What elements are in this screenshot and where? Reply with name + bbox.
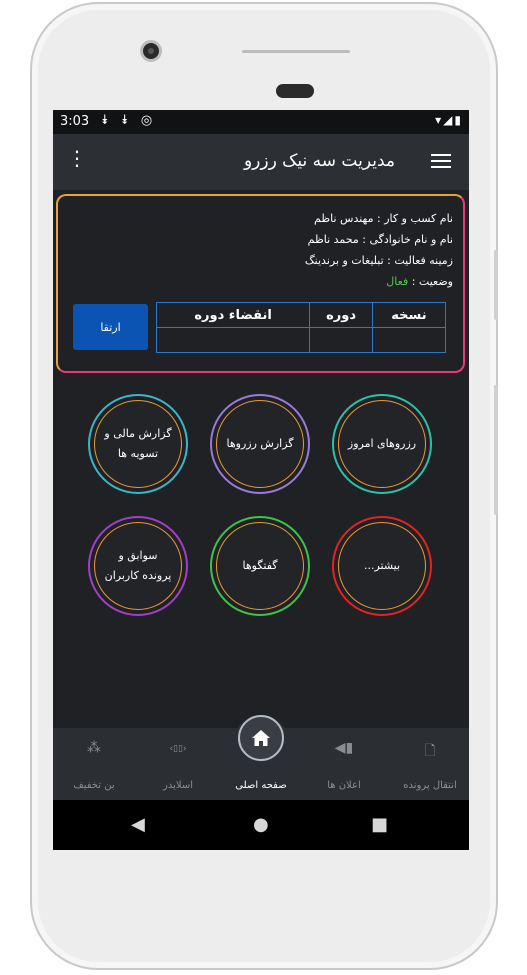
table-header-version: نسخه [371, 302, 447, 328]
nav-label: اعلان ها [327, 780, 361, 791]
table-cell-period [309, 327, 373, 353]
profile-card: نام کسب و کار : مهندس ناظم نام و نام خان… [56, 194, 465, 373]
app-title: مدیریت سه نیک رزرو [243, 151, 395, 171]
system-status-icons: ▾◢▮ [435, 113, 463, 127]
status-label: وضعیت : [408, 275, 453, 288]
megaphone-icon: ◀▮ [334, 740, 354, 756]
front-camera [140, 40, 162, 62]
system-nav-bar: ◀ ● ■ [53, 800, 469, 850]
tile-today-reservations[interactable]: رزروهای امروز [332, 394, 432, 494]
nav-discount[interactable]: ⁂ بن تخفیف [59, 728, 129, 800]
nav-label: اسلایدر [163, 780, 193, 791]
nav-slider[interactable]: ‹▯▯› اسلایدر [143, 728, 213, 800]
power-button [494, 250, 498, 320]
status-value: فعال [386, 275, 409, 288]
app-bar: ⋮ مدیریت سه نیک رزرو [53, 134, 469, 190]
business-name: نام کسب و کار : مهندس ناظم [314, 212, 453, 225]
nav-announcements[interactable]: ◀▮ اعلان ها [309, 728, 379, 800]
discount-icon: ⁂ [87, 740, 101, 756]
home-icon [252, 730, 270, 746]
tile-label: سوابق و پرونده کاربران [94, 522, 182, 610]
nav-file-transfer[interactable]: 🗋 انتقال پرونده [395, 728, 465, 800]
status-line: وضعیت : فعال [305, 271, 453, 292]
table-header-period: دوره [309, 302, 373, 328]
nav-label: انتقال پرونده [403, 780, 457, 791]
slider-icon: ‹▯▯› [169, 744, 187, 754]
home-circle-icon[interactable]: ● [253, 814, 269, 835]
tile-conversations[interactable]: گفتگوها [210, 516, 310, 616]
tile-more[interactable]: بیشتر... [332, 516, 432, 616]
file-transfer-icon: 🗋 [424, 743, 436, 759]
tile-label: گزارش رزروها [216, 400, 304, 488]
tile-label: بیشتر... [338, 522, 426, 610]
table-header-expiry: انقضاء دوره [155, 302, 311, 328]
table-cell-version [371, 327, 447, 353]
notification-icons: ⯯ ⯯ ◎ [101, 113, 157, 128]
upgrade-button[interactable]: ارتقا [73, 304, 148, 350]
tile-user-records[interactable]: سوابق و پرونده کاربران [88, 516, 188, 616]
tile-label: گزارش مالی و تسویه ها [94, 400, 182, 488]
tile-financial-report[interactable]: گزارش مالی و تسویه ها [88, 394, 188, 494]
more-vert-icon[interactable]: ⋮ [67, 148, 87, 168]
nav-label: بن تخفیف [73, 780, 115, 791]
sensor [276, 84, 314, 98]
nav-label: صفحه اصلی [235, 780, 287, 791]
table-cell-expiry [155, 327, 311, 353]
hamburger-icon[interactable] [431, 154, 451, 168]
screen: 3:03 ⯯ ⯯ ◎ ▾◢▮ ⋮ مدیریت سه نیک رزرو نام … [53, 110, 469, 850]
status-bar: 3:03 ⯯ ⯯ ◎ ▾◢▮ [53, 110, 469, 134]
profile-info: نام کسب و کار : مهندس ناظم نام و نام خان… [305, 208, 453, 292]
status-time: 3:03 [60, 114, 90, 129]
tile-label: گفتگوها [216, 522, 304, 610]
activity-field: زمینه فعالیت : تبلیغات و برندینگ [304, 254, 453, 267]
home-button[interactable] [238, 715, 284, 761]
owner-name: نام و نام خانوادگی : محمد ناظم [307, 233, 453, 246]
tile-reservation-report[interactable]: گزارش رزروها [210, 394, 310, 494]
speaker-grill [242, 50, 350, 53]
volume-button [494, 385, 498, 515]
recents-icon[interactable]: ■ [371, 814, 388, 835]
back-icon[interactable]: ◀ [131, 814, 145, 835]
tile-label: رزروهای امروز [338, 400, 426, 488]
subscription-table: انقضاء دوره دوره نسخه [155, 302, 447, 353]
